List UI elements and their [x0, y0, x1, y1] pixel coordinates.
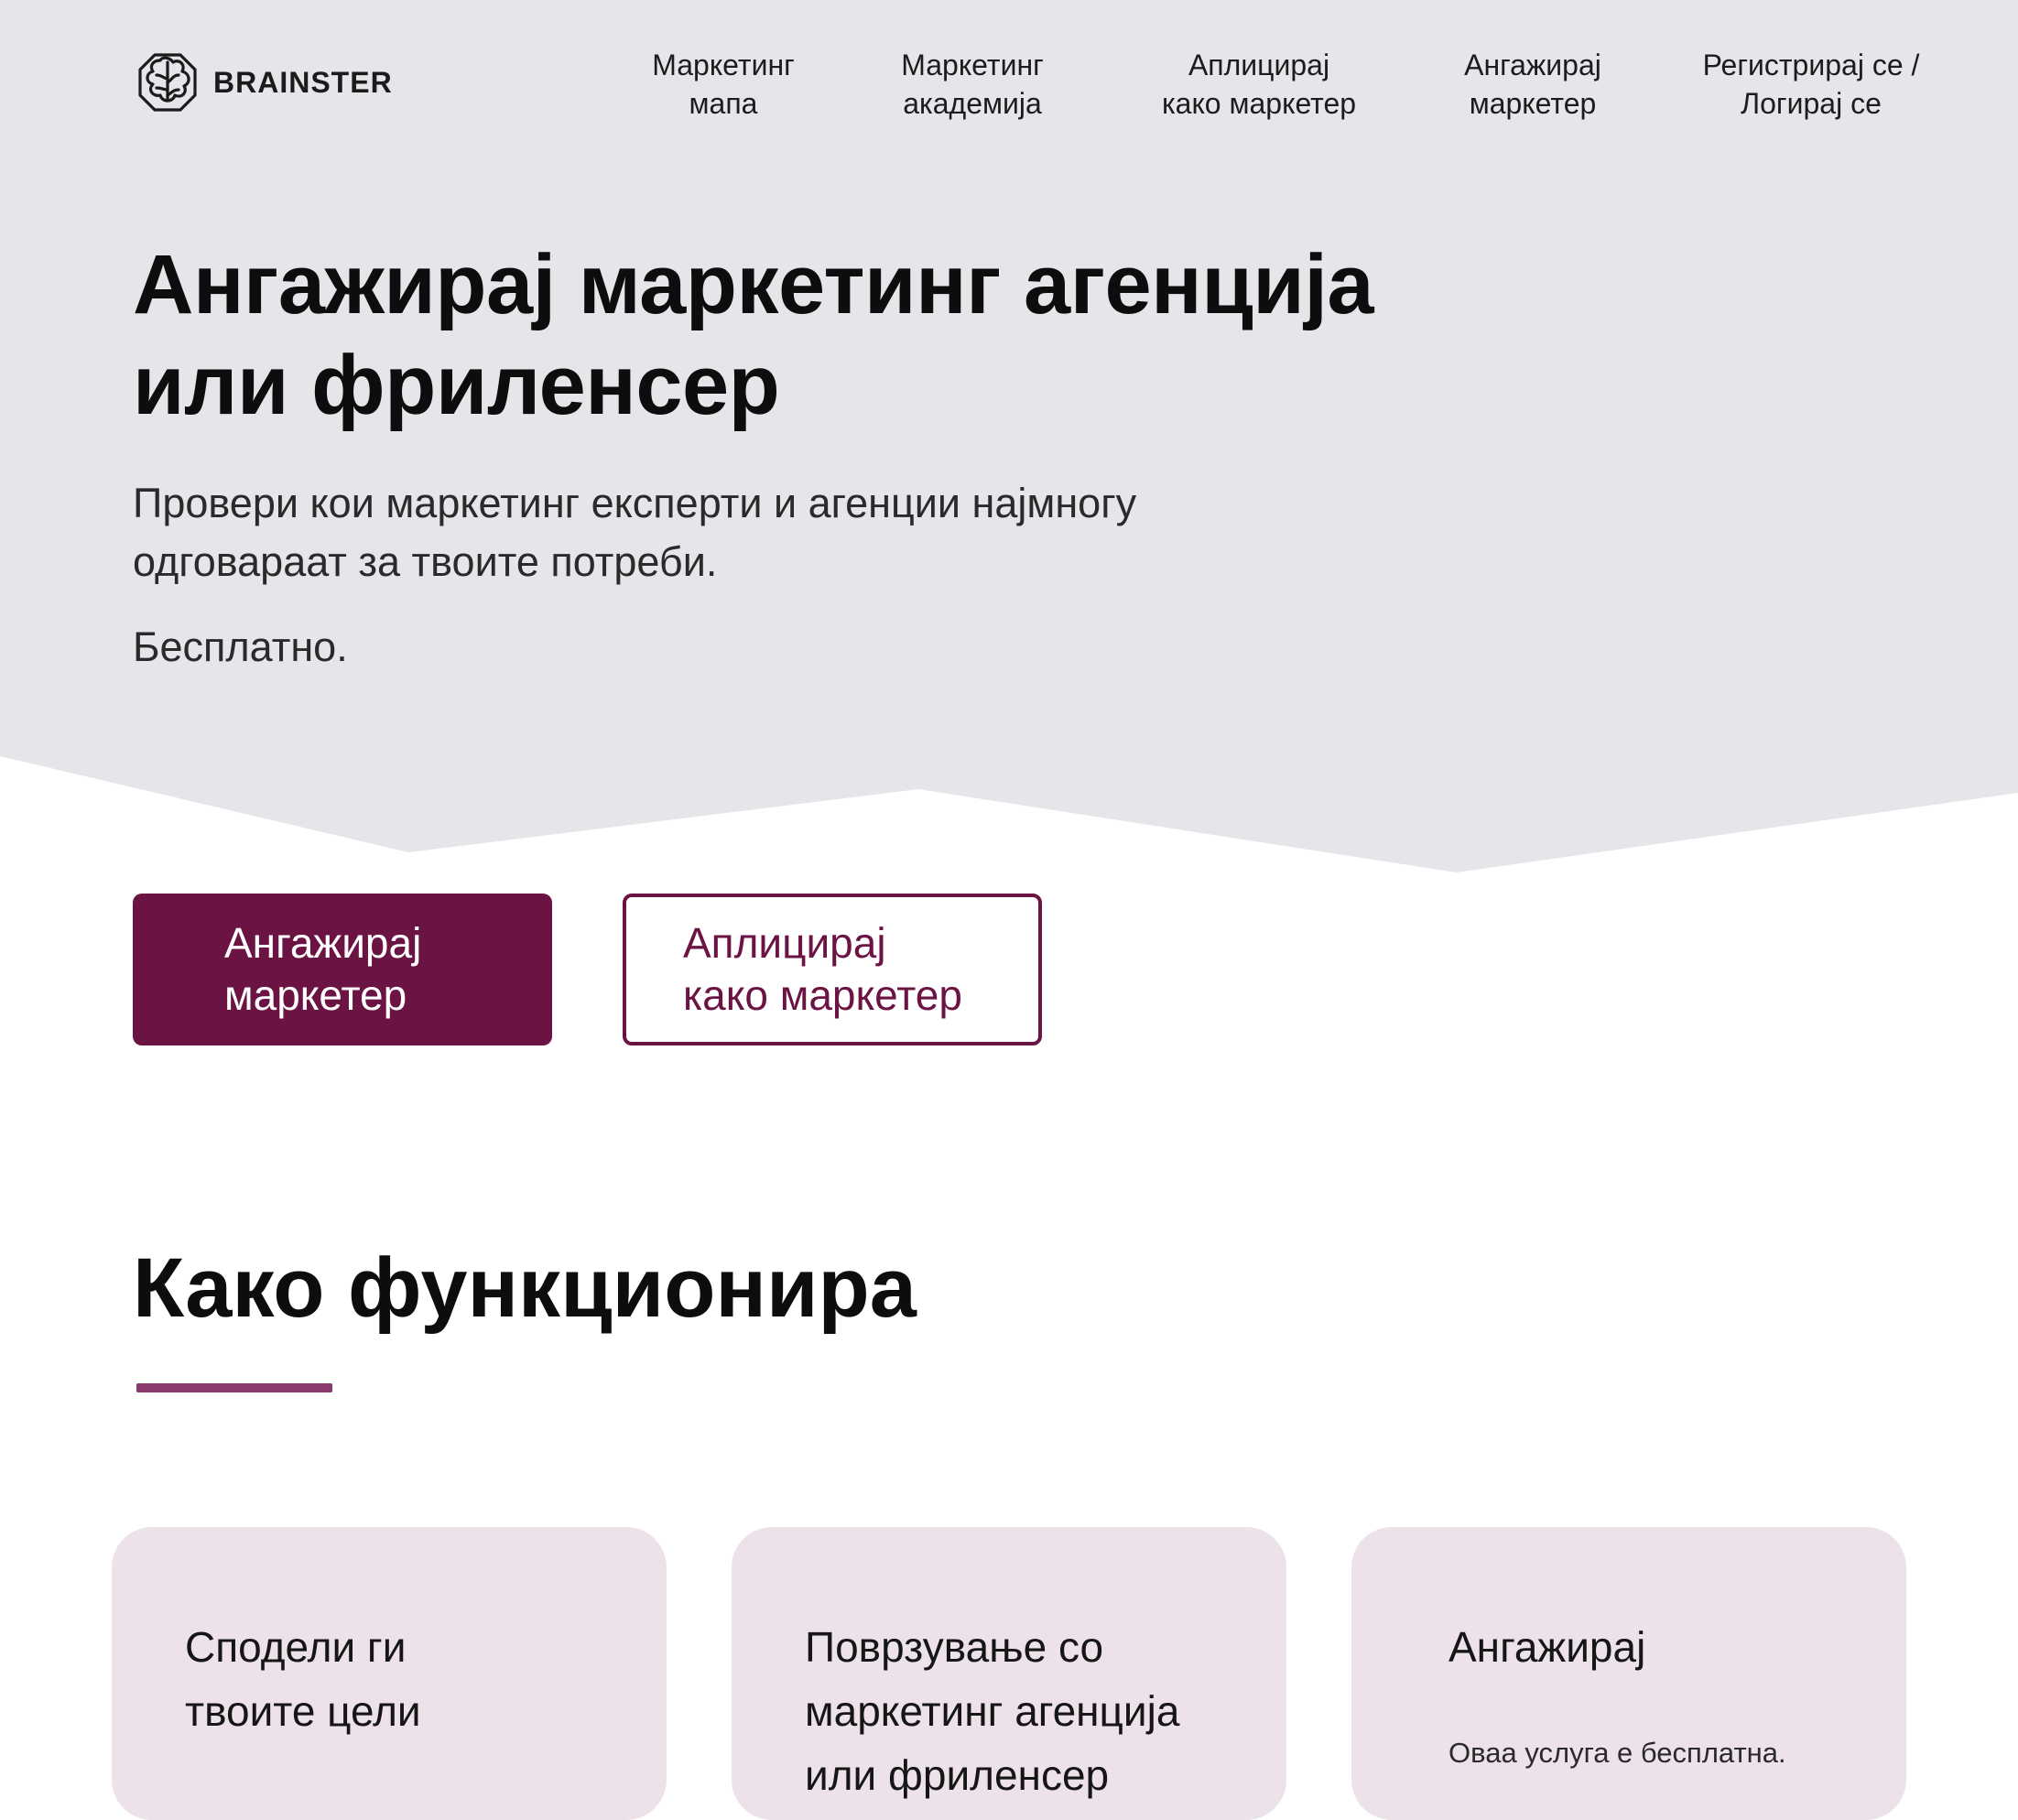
card-description: Оваа услуга е бесплатна. [1448, 1737, 1786, 1769]
nav-marketing-map[interactable]: Маркетинг мапа [643, 46, 804, 123]
step-card-hire: Ангажирај Оваа услуга е бесплатна. [1351, 1527, 1906, 1820]
brand-logo[interactable]: BRAINSTER [133, 48, 393, 117]
card-title-line: Поврзување со [805, 1623, 1104, 1671]
how-it-works-title: Како функционира [133, 1241, 917, 1335]
nav-label: Ангажирај [1464, 49, 1601, 81]
nav-apply-as-marketer[interactable]: Аплицирај како маркетер [1149, 46, 1369, 123]
card-title: Ангажирај [1448, 1615, 1645, 1679]
card-title-line: Ангажирај [1448, 1623, 1646, 1671]
hero-free-label: Бесплатно. [133, 623, 348, 670]
step-card-connect: Поврзување со маркетинг агенција или фри… [732, 1527, 1286, 1820]
nav-label: како маркетер [1161, 87, 1357, 120]
step-card-share-goals: Сподели ги твоите цели [112, 1527, 667, 1820]
nav-label: мапа [689, 87, 758, 120]
site-header: BRAINSTER Маркетинг мапа Маркетинг акаде… [0, 0, 2018, 183]
card-title-line: маркетинг агенција [805, 1687, 1180, 1735]
card-title-line: твоите цели [185, 1687, 421, 1735]
section-underline [136, 1383, 332, 1392]
nav-marketing-academy[interactable]: Маркетинг академија [890, 46, 1055, 123]
brand-name: BRAINSTER [213, 65, 393, 99]
hero-title-line: или фриленсер [133, 339, 780, 432]
button-label: маркетер [224, 971, 407, 1019]
button-label: Ангажирај [224, 919, 422, 967]
card-title: Сподели ги твоите цели [185, 1615, 421, 1743]
hero-title-line: Ангажирај маркетинг агенција [133, 238, 1374, 331]
nav-register-login[interactable]: Регистрирај се / Логирај се [1694, 46, 1928, 123]
nav-label: академија [903, 87, 1042, 120]
button-label: Аплицирај [683, 919, 886, 967]
brain-icon [138, 53, 197, 112]
card-title-line: Сподели ги [185, 1623, 407, 1671]
hero-subtitle-line: одговараат за твоите потреби. [133, 538, 718, 585]
nav-label: Маркетинг [652, 49, 795, 81]
hero-subtitle-line: Провери кои маркетинг експерти и агенции… [133, 480, 1137, 526]
button-label: како маркетер [683, 971, 962, 1019]
apply-as-marketer-button[interactable]: Аплицирај како маркетер [623, 894, 1042, 1045]
card-title: Поврзување со маркетинг агенција или фри… [805, 1615, 1179, 1807]
nav-label: Регистрирај се / [1702, 49, 1920, 81]
hero-title: Ангажирај маркетинг агенција или фриленс… [133, 234, 1374, 436]
hire-marketer-button[interactable]: Ангажирај маркетер [133, 894, 552, 1045]
hero-subtitle: Провери кои маркетинг експерти и агенции… [133, 474, 1136, 591]
nav-label: Маркетинг [901, 49, 1044, 81]
nav-hire-marketer[interactable]: Ангажирај маркетер [1452, 46, 1613, 123]
card-title-line: или фриленсер [805, 1751, 1110, 1799]
nav-label: маркетер [1469, 87, 1597, 120]
nav-label: Аплицирај [1188, 49, 1330, 81]
nav-label: Логирај се [1741, 87, 1882, 120]
